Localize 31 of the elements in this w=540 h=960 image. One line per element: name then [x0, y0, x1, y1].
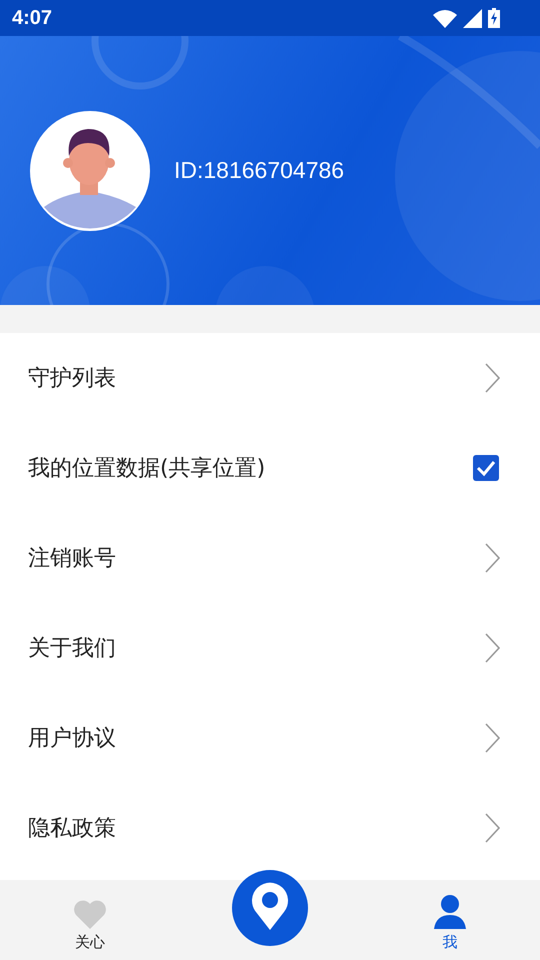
nav-label: 我	[442, 933, 458, 952]
wifi-icon	[433, 8, 457, 28]
menu-item[interactable]: 注销账号	[0, 513, 540, 603]
nav-label: 关心	[75, 933, 105, 952]
chevron-right-icon	[484, 543, 500, 573]
menu-label: 用户协议	[28, 725, 116, 753]
menu-label: 关于我们	[28, 635, 116, 663]
chevron-right-icon	[484, 363, 500, 393]
status-time: 4:07	[12, 6, 52, 30]
menu-item[interactable]: 隐私政策	[0, 783, 540, 873]
menu-label: 注销账号	[28, 545, 116, 573]
checkbox[interactable]	[472, 454, 500, 482]
chevron-right-icon	[484, 633, 500, 663]
heart-icon	[73, 899, 107, 929]
menu-item[interactable]: 用户协议	[0, 693, 540, 783]
menu-item[interactable]: 关于我们	[0, 603, 540, 693]
user-id: ID:18166704786	[174, 157, 344, 184]
menu-item[interactable]: 守护列表	[0, 333, 540, 423]
menu-label: 守护列表	[28, 365, 116, 393]
chevron-right-icon	[484, 723, 500, 753]
person-icon	[433, 895, 467, 929]
menu-label: 我的位置数据(共享位置)	[28, 455, 266, 483]
nav-tab[interactable]: 我	[360, 880, 540, 960]
nav-tab[interactable]: 关心	[0, 880, 180, 960]
menu-label: 隐私政策	[28, 815, 116, 843]
chevron-right-icon	[484, 813, 500, 843]
battery-icon	[488, 8, 500, 28]
signal-icon	[463, 8, 482, 28]
user-avatar[interactable]	[30, 110, 150, 230]
menu-item[interactable]: 我的位置数据(共享位置)	[0, 423, 540, 513]
map-pin-button[interactable]	[232, 870, 308, 946]
